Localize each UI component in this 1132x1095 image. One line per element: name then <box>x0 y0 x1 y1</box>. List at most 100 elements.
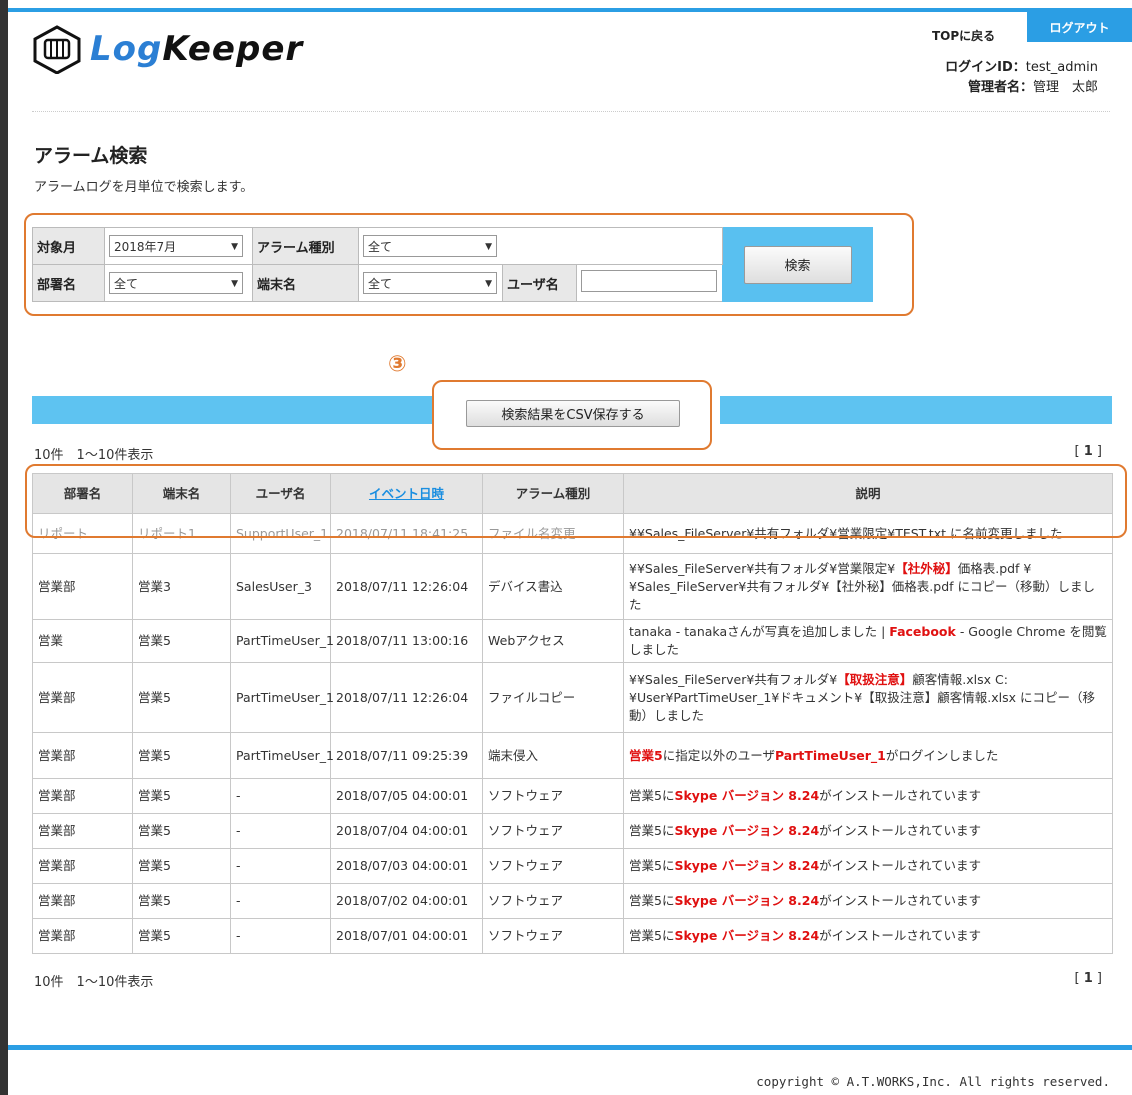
left-edge-bar <box>0 0 8 1095</box>
cell-dept: 営業部 <box>32 662 133 733</box>
cell-type: ファイルコピー <box>482 662 624 733</box>
top-link[interactable]: TOPに戻る <box>932 27 995 44</box>
cell-terminal: 営業5 <box>132 813 231 849</box>
cell-desc: ¥¥Sales_FileServer¥共有フォルダ¥【取扱注意】顧客情報.xls… <box>623 662 1113 733</box>
search-button-cell: 検索 <box>722 227 873 302</box>
table-row[interactable]: 営業部 営業3 SalesUser_3 2018/07/11 12:26:04 … <box>32 553 1113 620</box>
cell-user: SalesUser_3 <box>230 553 331 620</box>
login-id-label: ログインID： <box>945 60 1026 75</box>
csv-bar-right <box>720 396 1112 424</box>
table-header-highlight <box>25 464 1127 538</box>
cell-dept: 営業部 <box>32 778 133 814</box>
logo[interactable]: LogKeeper <box>30 24 303 74</box>
cell-type: Webアクセス <box>482 619 624 663</box>
cell-terminal: 営業5 <box>132 662 231 733</box>
login-id-value: test_admin <box>1025 60 1098 75</box>
cell-desc: 営業5にSkype バージョン 8.24がインストールされています <box>623 918 1113 954</box>
logo-hexagon-icon <box>33 25 81 74</box>
cell-dept: 営業部 <box>32 848 133 884</box>
cell-datetime: 2018/07/11 13:00:16 <box>330 619 483 663</box>
cell-desc: 営業5にSkype バージョン 8.24がインストールされています <box>623 778 1113 814</box>
cell-type: ソフトウェア <box>482 918 624 954</box>
table-row[interactable]: 営業部 営業5 PartTimeUser_1 2018/07/11 09:25:… <box>32 732 1113 779</box>
cell-dept: 営業部 <box>32 918 133 954</box>
cell-user: - <box>230 918 331 954</box>
result-count-bottom: 10件 1～10件表示 <box>34 975 154 990</box>
chevron-down-icon: ▼ <box>231 242 238 252</box>
cell-dept: 営業部 <box>32 813 133 849</box>
page-link[interactable]: 1 <box>1084 971 1093 986</box>
table-row[interactable]: 営業 営業5 PartTimeUser_1 2018/07/11 13:00:1… <box>32 619 1113 663</box>
cell-terminal: 営業5 <box>132 619 231 663</box>
cell-desc: ¥¥Sales_FileServer¥共有フォルダ¥営業限定¥【社外秘】価格表.… <box>623 553 1113 620</box>
cell-user: - <box>230 883 331 919</box>
user-cell <box>576 264 723 302</box>
cell-dept: 営業部 <box>32 553 133 620</box>
table-row[interactable]: 営業部 営業5 - 2018/07/04 04:00:01 ソフトウェア 営業5… <box>32 813 1113 849</box>
admin-name-value: 管理 太郎 <box>1032 80 1098 95</box>
cell-dept: 営業 <box>32 619 133 663</box>
admin-name-label: 管理者名： <box>967 80 1033 95</box>
cell-user: PartTimeUser_1 <box>230 662 334 733</box>
csv-bar-left <box>32 396 432 424</box>
month-cell: 2018年7月 ▼ <box>104 227 253 265</box>
alarm-type-label: アラーム種別 <box>252 227 359 265</box>
cell-datetime: 2018/07/11 09:25:39 <box>330 732 483 779</box>
page-link[interactable]: 1 <box>1084 444 1093 459</box>
table-row[interactable]: 営業部 営業5 - 2018/07/05 04:00:01 ソフトウェア 営業5… <box>32 778 1113 814</box>
header-divider <box>32 111 1110 112</box>
cell-type: ソフトウェア <box>482 883 624 919</box>
cell-type: 端末侵入 <box>482 732 624 779</box>
cell-datetime: 2018/07/11 12:26:04 <box>330 662 483 733</box>
table-row[interactable]: 営業部 営業5 - 2018/07/03 04:00:01 ソフトウェア 営業5… <box>32 848 1113 884</box>
cell-desc: 営業5にSkype バージョン 8.24がインストールされています <box>623 883 1113 919</box>
chevron-down-icon: ▼ <box>485 279 492 289</box>
user-label: ユーザ名 <box>502 264 577 302</box>
user-input[interactable] <box>581 270 717 292</box>
cell-datetime: 2018/07/11 12:26:04 <box>330 553 483 620</box>
cell-type: ソフトウェア <box>482 848 624 884</box>
table-row[interactable]: 営業部 営業5 PartTimeUser_1 2018/07/11 12:26:… <box>32 662 1113 733</box>
cell-terminal: 営業3 <box>132 553 231 620</box>
search-button[interactable]: 検索 <box>743 245 852 284</box>
footer-line <box>8 1045 1132 1050</box>
logo-text: LogKeeper <box>90 29 304 69</box>
month-label: 対象月 <box>32 227 105 265</box>
cell-user: PartTimeUser_1 <box>230 619 334 663</box>
logout-button[interactable]: ログアウト <box>1027 12 1132 42</box>
cell-type: ソフトウェア <box>482 813 624 849</box>
cell-user: - <box>230 813 331 849</box>
cell-desc: 営業5にSkype バージョン 8.24がインストールされています <box>623 813 1113 849</box>
alarm-type-cell: 全て ▼ <box>358 227 723 265</box>
page-title: アラーム検索 <box>34 145 148 167</box>
top-accent-line <box>8 8 1132 12</box>
cell-dept: 営業部 <box>32 883 133 919</box>
csv-save-button[interactable]: 検索結果をCSV保存する <box>466 400 680 427</box>
user-info: ログインID：test_admin 管理者名：管理 太郎 <box>945 58 1098 98</box>
chevron-down-icon: ▼ <box>485 242 492 252</box>
cell-terminal: 営業5 <box>132 883 231 919</box>
annotation-marker: ③ <box>388 352 407 377</box>
alarm-type-select[interactable]: 全て ▼ <box>363 235 497 257</box>
cell-user: - <box>230 848 331 884</box>
dept-select[interactable]: 全て ▼ <box>109 272 243 294</box>
table-row[interactable]: 営業部 営業5 - 2018/07/01 04:00:01 ソフトウェア 営業5… <box>32 918 1113 954</box>
results-table: 部署名 端末名 ユーザ名 イベント日時 アラーム種別 説明 リポート リポート1… <box>32 473 1113 954</box>
cell-terminal: 営業5 <box>132 848 231 884</box>
dept-label: 部署名 <box>32 264 105 302</box>
cell-terminal: 営業5 <box>132 732 231 779</box>
search-form: 対象月 2018年7月 ▼ アラーム種別 全て ▼ 検索 部署名 全て ▼ 端末名 全… <box>32 227 873 302</box>
pager-bottom: [ 1 ] <box>1074 971 1102 986</box>
month-select[interactable]: 2018年7月 ▼ <box>109 235 243 257</box>
cell-terminal: 営業5 <box>132 918 231 954</box>
cell-type: ソフトウェア <box>482 778 624 814</box>
cell-desc: 営業5に指定以外のユーザPartTimeUser_1がログインしました <box>623 732 1113 779</box>
pager-top: [ 1 ] <box>1074 444 1102 459</box>
cell-datetime: 2018/07/05 04:00:01 <box>330 778 483 814</box>
page-description: アラームログを月単位で検索します。 <box>34 180 254 195</box>
terminal-cell: 全て ▼ <box>358 264 503 302</box>
terminal-select[interactable]: 全て ▼ <box>363 272 497 294</box>
cell-dept: 営業部 <box>32 732 133 779</box>
table-row[interactable]: 営業部 営業5 - 2018/07/02 04:00:01 ソフトウェア 営業5… <box>32 883 1113 919</box>
cell-user: - <box>230 778 331 814</box>
